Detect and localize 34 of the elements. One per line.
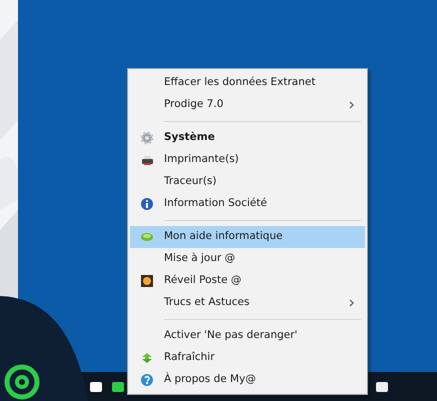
menu-item[interactable]: Imprimante(s) xyxy=(130,149,365,171)
menu-item[interactable]: Prodige 7.0 xyxy=(130,94,365,116)
chevron-icon xyxy=(349,101,355,109)
menu-item-label: Mon aide informatique xyxy=(164,229,284,244)
menu-item-label: Traceur(s) xyxy=(164,174,218,190)
menu-item[interactable]: Trucs et Astuces xyxy=(130,292,365,314)
menu-item-label: Rafraîchir xyxy=(164,350,216,366)
menu-item[interactable]: Effacer les données Extranet xyxy=(130,72,365,94)
menu-item-label: Activer 'Ne pas deranger' xyxy=(164,328,298,344)
menu-item-label: Réveil Poste @ xyxy=(164,273,242,288)
help-icon xyxy=(140,373,154,387)
menu-item-label: Prodige 7.0 xyxy=(164,97,224,112)
menu-item[interactable]: Système xyxy=(130,127,365,149)
gear-icon xyxy=(140,131,154,145)
menu-item-label: Effacer les données Extranet xyxy=(164,75,316,90)
menu-item[interactable]: Traceur(s) xyxy=(130,171,365,193)
menu-item-label: Imprimante(s) xyxy=(164,152,240,168)
menu-item-label: Système xyxy=(164,130,216,146)
menu-item[interactable]: Mon aide informatique xyxy=(130,226,365,248)
chevron-icon xyxy=(349,299,355,307)
menu-item-label: Mise à jour @ xyxy=(164,251,236,266)
menu-item-label: Information Société xyxy=(164,196,268,212)
app-icon xyxy=(140,230,154,244)
menu-item[interactable]: Mise à jour @ xyxy=(130,248,365,270)
menu-item[interactable]: Information Société xyxy=(130,193,365,215)
info-icon xyxy=(140,197,154,211)
printer-icon xyxy=(140,153,154,167)
menu-item[interactable]: Rafraîchir xyxy=(130,347,365,369)
menu-item-label: À propos de My@ xyxy=(164,372,257,388)
menu-item[interactable]: À propos de My@ xyxy=(130,369,365,391)
menu-item[interactable]: Réveil Poste @ xyxy=(130,270,365,292)
refresh-icon xyxy=(140,351,154,365)
menu-item-label: Trucs et Astuces xyxy=(164,295,250,310)
menu-item[interactable]: Activer 'Ne pas deranger' xyxy=(130,325,365,347)
